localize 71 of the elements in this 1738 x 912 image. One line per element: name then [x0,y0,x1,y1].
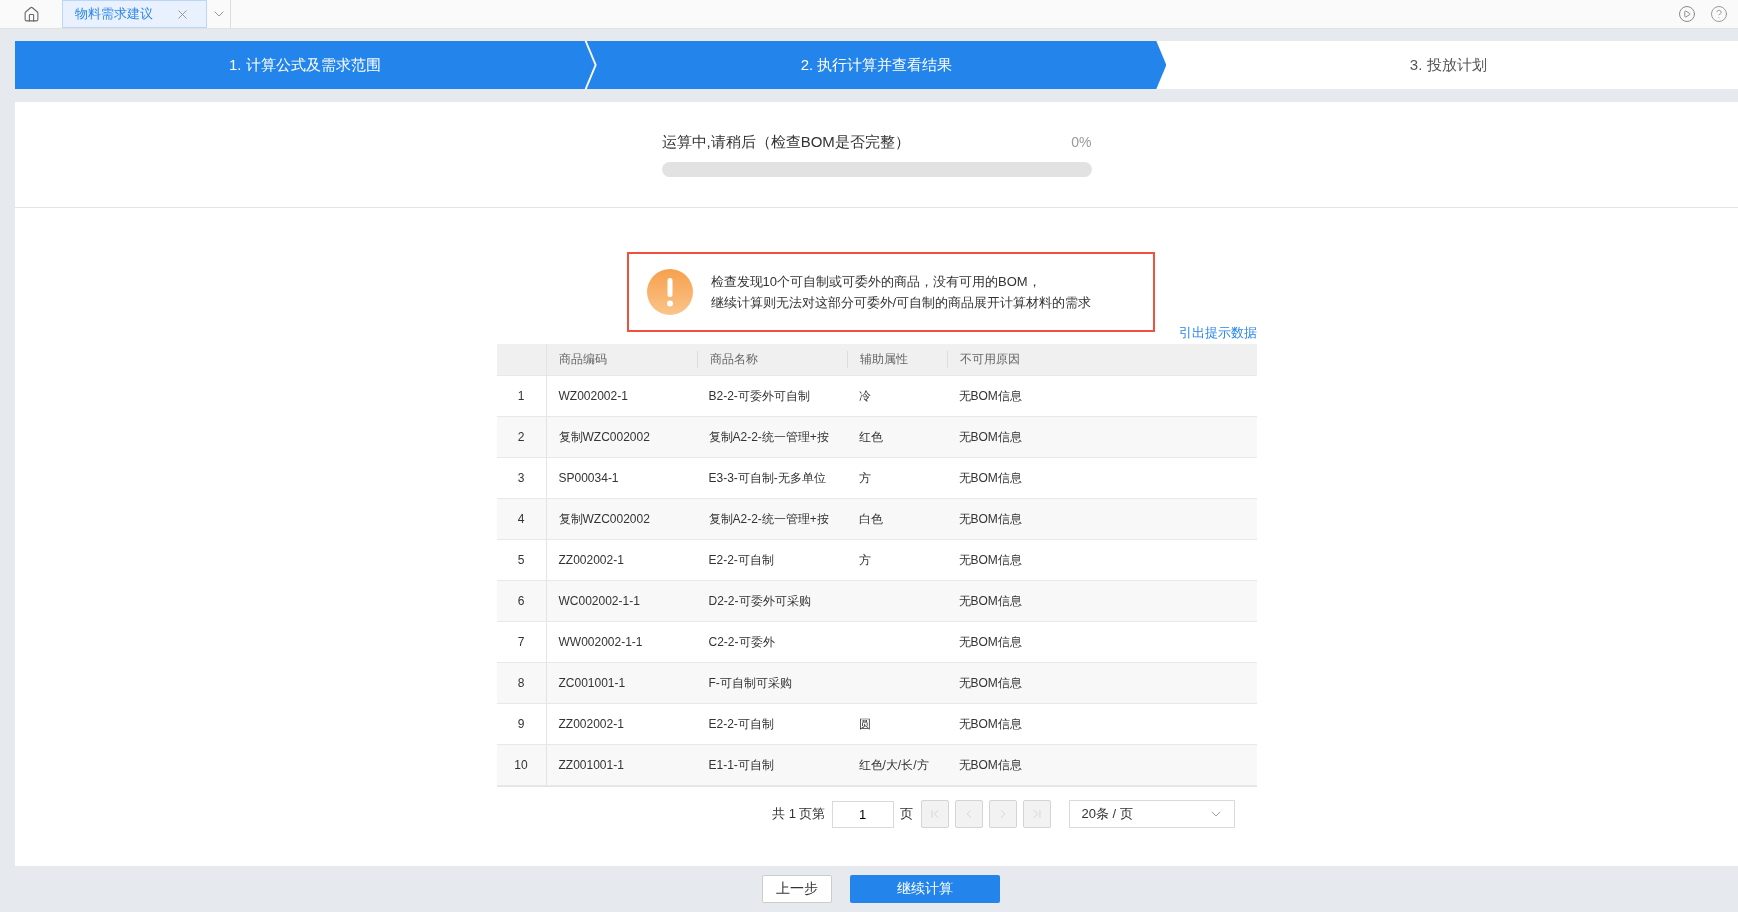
pager-text: 页 [899,805,913,823]
help-icon [1710,5,1728,23]
table-cell-text: 无BOM信息 [957,387,1023,405]
wizard-step: 1. 计算公式及需求范围 [15,41,595,89]
table-cell-text: 复制WZC002002 [557,510,651,528]
table-cell-text: 白色 [857,510,884,528]
table-cell-text: 冷 [857,387,872,405]
table-cell-text: WC002002-1-1 [557,594,641,608]
pager-text: 共 1 页第 [772,805,826,823]
table-cell-text: SP00034-1 [557,471,620,485]
column-header: 商品编码 [557,351,608,368]
table-cell-text: ZC001001-1 [557,676,627,690]
exclamation-icon [646,269,693,315]
continue-button[interactable]: 继续计算 [850,875,1000,903]
row-number: 4 [496,499,547,539]
table-cell-text: ZZ002002-1 [557,717,625,731]
table-cell-text: 无BOM信息 [957,469,1023,487]
table-cell-text: 无BOM信息 [957,756,1023,774]
table-cell-text: 方 [857,469,872,487]
column-header: 辅助属性 [846,351,947,368]
table-cell-text: B2-2-可委外可自制 [707,387,811,405]
column-header: 商品名称 [696,351,847,368]
row-number: 8 [496,663,547,703]
table-cell-text: WW002002-1-1 [557,635,644,649]
row-number: 1 [496,376,547,416]
export-link[interactable]: 引出提示数据 [1178,324,1257,342]
page-input[interactable]: 1 [831,800,894,828]
table-cell-text: 复制A2-2-统一管理+按 [707,510,830,528]
row-number: 6 [496,581,547,621]
table-cell-text: ZZ001001-1 [557,758,625,772]
table-cell-text: 复制A2-2-统一管理+按 [707,428,830,446]
table-cell-text: 圆 [857,715,872,733]
play-button[interactable] [1678,5,1696,23]
column-header: 不可用原因 [946,351,1257,368]
table-cell-text: E1-1-可自制 [707,756,775,774]
wizard-step: 2. 执行计算并查看结果 [586,41,1167,89]
home-icon [22,5,40,23]
table-cell-text: 无BOM信息 [957,633,1023,651]
warning-text: 检查发现10个可自制或可委外的商品，没有可用的BOM， [710,272,1042,291]
row-number: 9 [496,704,547,744]
table-cell-text: 无BOM信息 [957,715,1023,733]
table-cell-text: D2-2-可委外可采购 [707,592,812,610]
table-cell-text: E2-2-可自制 [707,715,775,733]
table-cell-text: E2-2-可自制 [707,551,775,569]
tab-label: 物料需求建议 [75,5,153,23]
table-cell-text: 无BOM信息 [957,551,1023,569]
play-icon [1678,5,1696,23]
progress-message: 运算中,请稍后（检查BOM是否完整） [661,132,910,152]
table-cell-text: 红色 [857,428,884,446]
table-cell-text: 红色/大/长/方 [857,756,930,774]
progress-percent: 0% [1071,134,1092,150]
back-button[interactable]: 上一步 [762,875,832,903]
table-cell-text: E3-3-可自制-无多单位 [707,469,827,487]
table-cell-text: C2-2-可委外 [707,633,776,651]
table-cell-text: 无BOM信息 [957,510,1023,528]
table-cell-text: 无BOM信息 [957,428,1023,446]
row-number: 3 [496,458,547,498]
help-button[interactable] [1710,5,1728,23]
table-cell-text: 复制WZC002002 [557,428,651,446]
table-cell-text: 无BOM信息 [957,592,1023,610]
table-cell-text: 方 [857,551,872,569]
page-size-select[interactable]: 20条 / 页 [1068,800,1235,828]
table-cell-text: 无BOM信息 [957,674,1023,692]
warning-text: 继续计算则无法对这部分可委外/可自制的商品展开计算材料的需求 [710,293,1092,312]
row-number: 2 [496,417,547,457]
row-number: 5 [496,540,547,580]
row-number: 10 [496,745,547,785]
table-cell-text: WZ002002-1 [557,389,629,403]
table-cell-text: ZZ002002-1 [557,553,625,567]
row-number: 7 [496,622,547,662]
table-cell-text: F-可自制可采购 [707,674,793,692]
